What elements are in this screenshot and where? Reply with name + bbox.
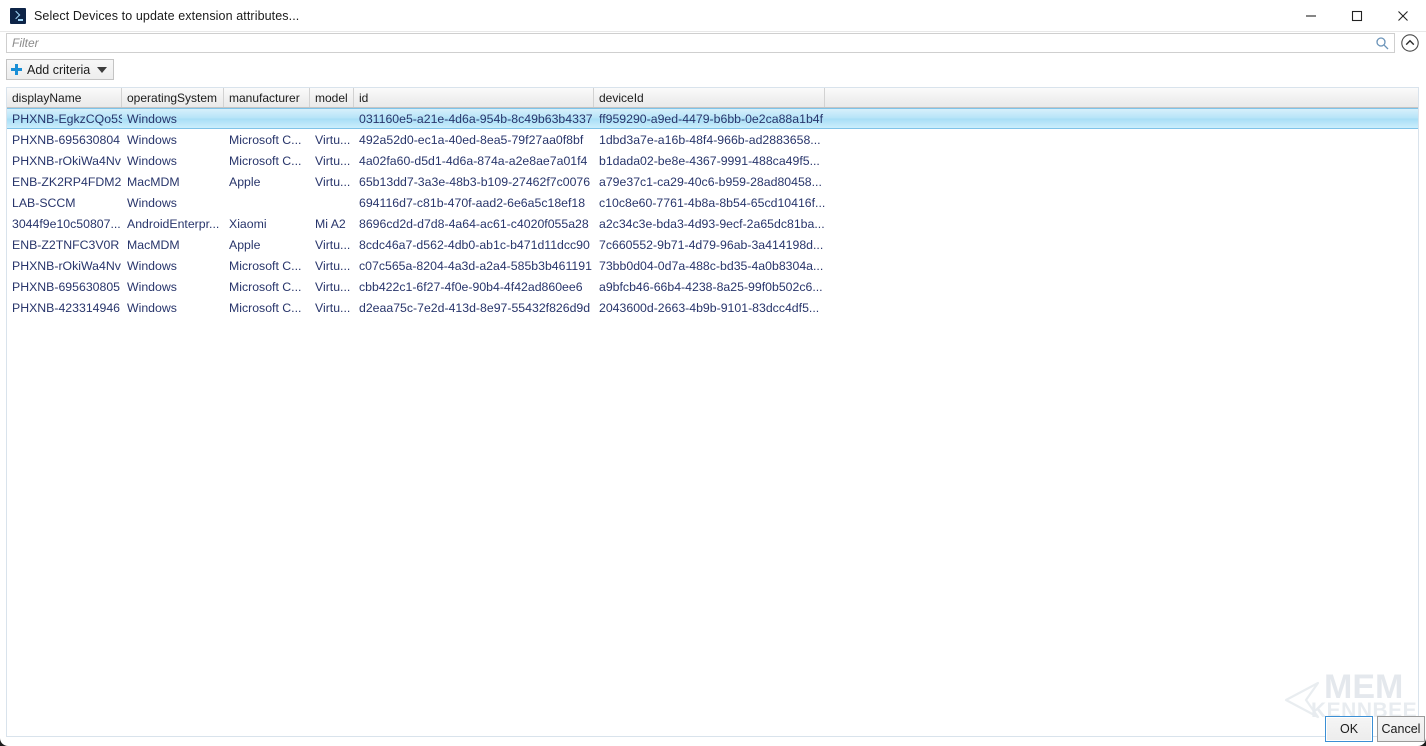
column-header-filler [825, 88, 1418, 107]
close-button[interactable] [1380, 0, 1426, 31]
cell-operatingSystem: Windows [122, 130, 224, 150]
cell-deviceId: 1dbd3a7e-a16b-48f4-966b-ad2883658... [594, 130, 825, 150]
cell-operatingSystem: MacMDM [122, 235, 224, 255]
table-row[interactable]: PHXNB-rOkiWa4NvWindowsMicrosoft C...Virt… [7, 255, 1418, 276]
cell-model: Virtu... [310, 172, 354, 192]
filter-input[interactable] [7, 34, 1394, 52]
column-header-id[interactable]: id [354, 88, 594, 107]
column-header-model[interactable]: model [310, 88, 354, 107]
cell-operatingSystem: MacMDM [122, 172, 224, 192]
cancel-button[interactable]: Cancel [1377, 716, 1425, 742]
device-picker-dialog: Select Devices to update extension attri… [0, 0, 1426, 746]
cell-deviceId: a9bfcb46-66b4-4238-8a25-99f0b502c6... [594, 277, 825, 297]
cell-id: 694116d7-c81b-470f-aad2-6e6a5c18ef18 [354, 193, 594, 213]
cell-deviceId: 7c660552-9b71-4d79-96ab-3a414198d... [594, 235, 825, 255]
table-header-row: displayName operatingSystem manufacturer… [7, 88, 1418, 108]
cell-operatingSystem: Windows [122, 109, 224, 129]
cell-operatingSystem: Windows [122, 298, 224, 318]
criteria-toolbar: Add criteria [0, 57, 1426, 83]
cell-displayName: PHXNB-EgkzCQo5S [7, 109, 122, 129]
cell-id: d2eaa75c-7e2d-413d-8e97-55432f826d9d [354, 298, 594, 318]
cell-operatingSystem: Windows [122, 151, 224, 171]
column-header-operatingsystem[interactable]: operatingSystem [122, 88, 224, 107]
cell-manufacturer: Microsoft C... [224, 151, 310, 171]
column-header-displayname[interactable]: displayName [7, 88, 122, 107]
add-criteria-label: Add criteria [27, 63, 90, 77]
collapse-panel-button[interactable] [1400, 33, 1420, 53]
cell-model: Virtu... [310, 151, 354, 171]
cell-model: Mi A2 [310, 214, 354, 234]
cell-operatingSystem: AndroidEnterpr... [122, 214, 224, 234]
cell-operatingSystem: Windows [122, 277, 224, 297]
cell-deviceId: b1dada02-be8e-4367-9991-488ca49f5... [594, 151, 825, 171]
filter-field-wrapper[interactable] [6, 33, 1395, 53]
title-bar: Select Devices to update extension attri… [0, 0, 1426, 32]
cell-model: Virtu... [310, 235, 354, 255]
cell-id: 031160e5-a21e-4d6a-954b-8c49b63b4337 [354, 109, 594, 129]
cell-deviceId: c10c8e60-7761-4b8a-8b54-65cd10416f... [594, 193, 825, 213]
cell-deviceId: a2c34c3e-bda3-4d93-9ecf-2a65dc81ba... [594, 214, 825, 234]
cell-id: 492a52d0-ec1a-40ed-8ea5-79f27aa0f8bf [354, 130, 594, 150]
cell-operatingSystem: Windows [122, 256, 224, 276]
cell-manufacturer: Xiaomi [224, 214, 310, 234]
ok-button[interactable]: OK [1325, 716, 1373, 742]
column-header-deviceid[interactable]: deviceId [594, 88, 825, 107]
cell-manufacturer: Microsoft C... [224, 130, 310, 150]
maximize-button[interactable] [1334, 0, 1380, 31]
cell-displayName: 3044f9e10c50807... [7, 214, 122, 234]
cell-operatingSystem: Windows [122, 193, 224, 213]
cell-model: Virtu... [310, 298, 354, 318]
add-criteria-button[interactable]: Add criteria [6, 59, 114, 80]
cell-deviceId: 2043600d-2663-4b9b-9101-83dcc4df5... [594, 298, 825, 318]
cell-deviceId: ff959290-a9ed-4479-b6bb-0e2ca88a1b4f [594, 109, 825, 129]
cell-manufacturer: Microsoft C... [224, 277, 310, 297]
cell-manufacturer: Microsoft C... [224, 256, 310, 276]
cell-displayName: LAB-SCCM [7, 193, 122, 213]
cell-manufacturer: Microsoft C... [224, 298, 310, 318]
table-row[interactable]: PHXNB-695630805WindowsMicrosoft C...Virt… [7, 276, 1418, 297]
table-row[interactable]: 3044f9e10c50807...AndroidEnterpr...Xiaom… [7, 213, 1418, 234]
cell-manufacturer: Apple [224, 235, 310, 255]
cell-id: cbb422c1-6f27-4f0e-90b4-4f42ad860ee6 [354, 277, 594, 297]
cell-id: 8cdc46a7-d562-4db0-ab1c-b471d11dcc90 [354, 235, 594, 255]
cell-deviceId: 73bb0d04-0d7a-488c-bd35-4a0b8304a... [594, 256, 825, 276]
cell-id: c07c565a-8204-4a3d-a2a4-585b3b461191 [354, 256, 594, 276]
cell-displayName: PHXNB-423314946 [7, 298, 122, 318]
table-row[interactable]: PHXNB-EgkzCQo5SWindows 031160e5-a21e-4d6a… [7, 108, 1418, 129]
table-row[interactable]: ENB-ZK2RP4FDM2MacMDMAppleVirtu...65b13dd… [7, 171, 1418, 192]
cell-manufacturer: Apple [224, 172, 310, 192]
cell-model: Virtu... [310, 130, 354, 150]
cell-id: 4a02fa60-d5d1-4d6a-874a-a2e8ae7a01f4 [354, 151, 594, 171]
device-list-view[interactable]: displayName operatingSystem manufacturer… [6, 87, 1419, 737]
chevron-down-icon [97, 67, 107, 73]
window-title: Select Devices to update extension attri… [34, 9, 299, 23]
cell-displayName: PHXNB-695630804 [7, 130, 122, 150]
table-row[interactable]: PHXNB-695630804WindowsMicrosoft C...Virt… [7, 129, 1418, 150]
table-row[interactable]: PHXNB-423314946WindowsMicrosoft C...Virt… [7, 297, 1418, 318]
powershell-icon [10, 8, 26, 24]
table-row[interactable]: ENB-Z2TNFC3V0RMacMDMAppleVirtu...8cdc46a… [7, 234, 1418, 255]
cell-displayName: PHXNB-rOkiWa4Nv [7, 256, 122, 276]
cell-model: Virtu... [310, 277, 354, 297]
cell-id: 65b13dd7-3a3e-48b3-b109-27462f7c0076 [354, 172, 594, 192]
cell-deviceId: a79e37c1-ca29-40c6-b959-28ad80458... [594, 172, 825, 192]
cell-displayName: ENB-ZK2RP4FDM2 [7, 172, 122, 192]
cell-model: Virtu... [310, 256, 354, 276]
cell-id: 8696cd2d-d7d8-4a64-ac61-c4020f055a28 [354, 214, 594, 234]
cell-displayName: ENB-Z2TNFC3V0R [7, 235, 122, 255]
window-controls [1288, 0, 1426, 31]
plus-icon [11, 64, 22, 75]
cell-displayName: PHXNB-695630805 [7, 277, 122, 297]
table-row[interactable]: PHXNB-rOkiWa4NvWindowsMicrosoft C...Virt… [7, 150, 1418, 171]
table-row[interactable]: LAB-SCCMWindows 694116d7-c81b-470f-aad2-6… [7, 192, 1418, 213]
minimize-button[interactable] [1288, 0, 1334, 31]
search-icon[interactable] [1375, 36, 1390, 51]
cell-displayName: PHXNB-rOkiWa4Nv [7, 151, 122, 171]
column-header-manufacturer[interactable]: manufacturer [224, 88, 310, 107]
table-body: PHXNB-EgkzCQo5SWindows031160e5-a21e-4d6a… [7, 108, 1418, 318]
